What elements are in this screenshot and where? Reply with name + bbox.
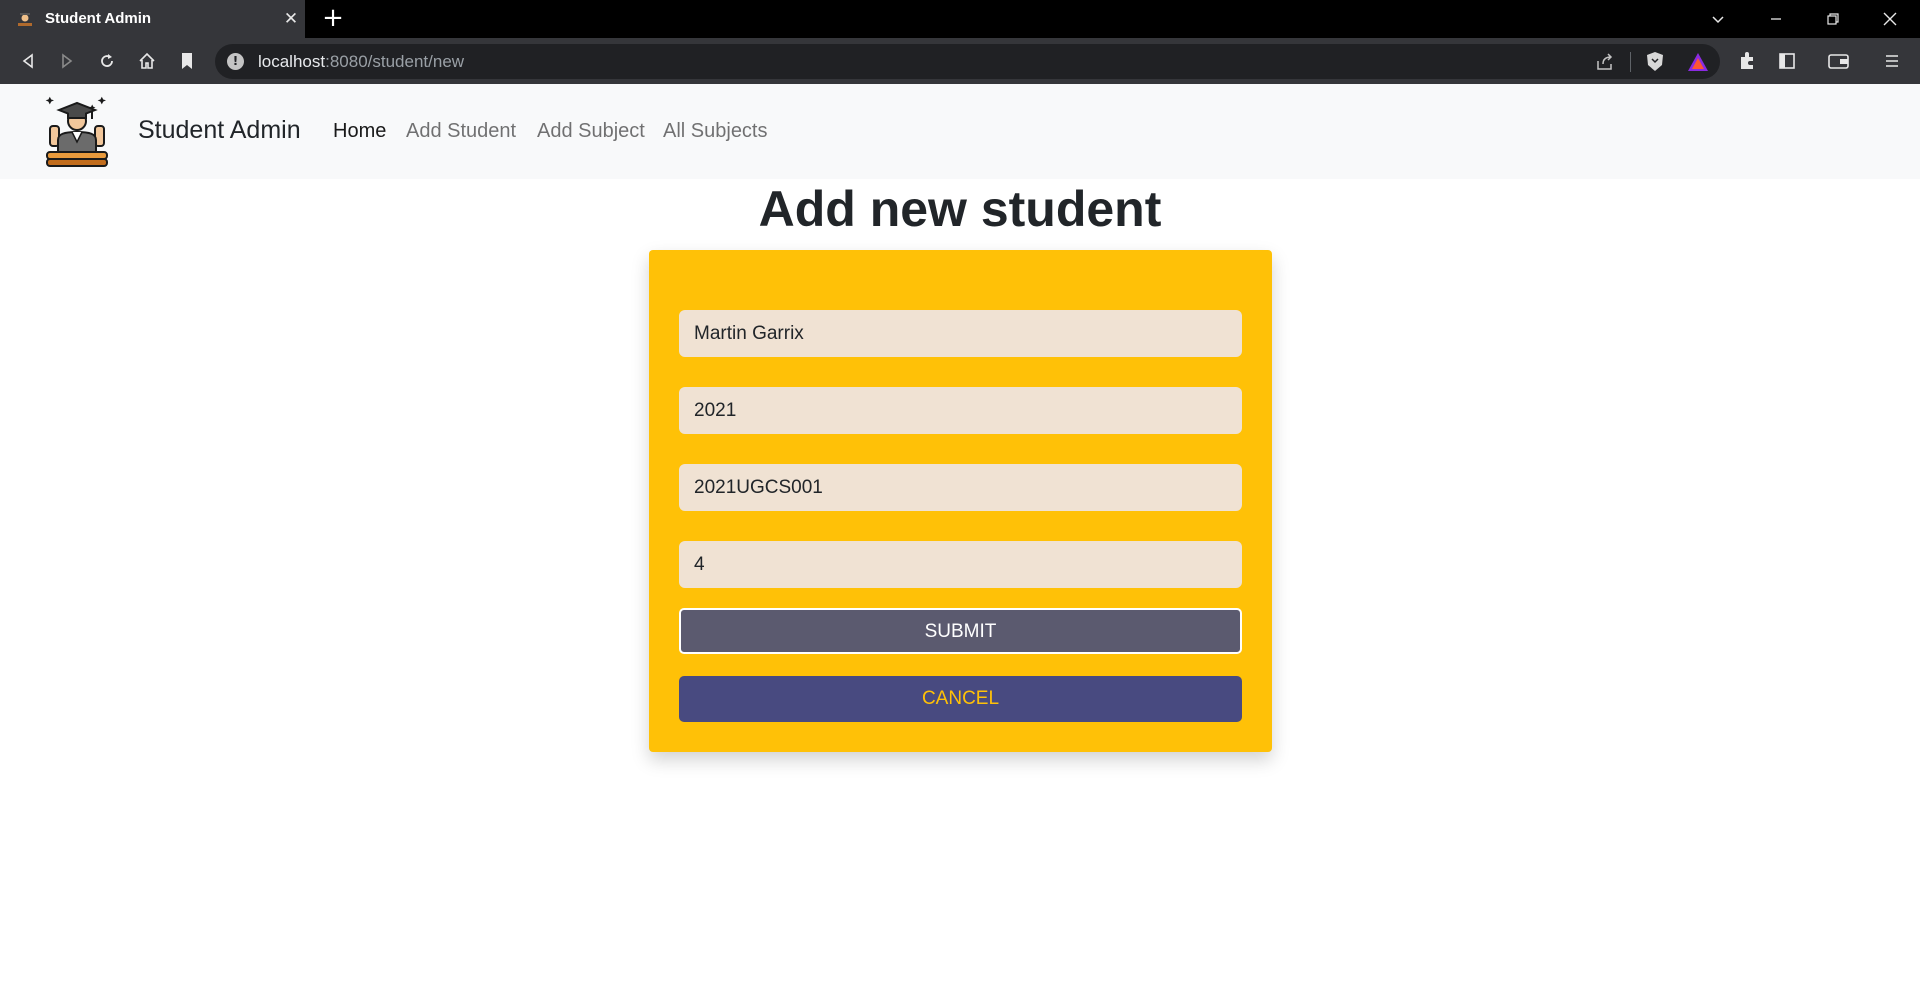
- wallet-icon[interactable]: [1825, 47, 1853, 75]
- close-window-icon[interactable]: [1862, 0, 1918, 38]
- back-icon[interactable]: [14, 47, 42, 75]
- bookmark-icon[interactable]: [173, 47, 201, 75]
- forward-icon[interactable]: [53, 47, 81, 75]
- restore-icon[interactable]: [1805, 0, 1861, 38]
- home-icon[interactable]: [133, 47, 161, 75]
- browser-tab-strip: Student Admin ✕ +: [0, 0, 1920, 38]
- navbar-brand[interactable]: Student Admin: [138, 116, 301, 145]
- reload-icon[interactable]: [93, 47, 121, 75]
- student-name-input[interactable]: [679, 310, 1242, 357]
- year-input[interactable]: [679, 387, 1242, 434]
- brave-shield-icon[interactable]: [1645, 51, 1665, 77]
- nav-link-add-subject[interactable]: Add Subject: [537, 120, 645, 143]
- add-student-form: SUBMIT CANCEL: [649, 250, 1272, 752]
- browser-tab[interactable]: Student Admin ✕: [0, 0, 305, 38]
- tab-search-chevron-icon[interactable]: [1690, 0, 1746, 38]
- cancel-button[interactable]: CANCEL: [679, 676, 1242, 722]
- semester-input[interactable]: [679, 541, 1242, 588]
- app-navbar: Student Admin Home Add Student Add Subje…: [0, 84, 1920, 179]
- address-bar[interactable]: ! localhost:8080/student/new: [215, 44, 1720, 79]
- nav-link-all-subjects[interactable]: All Subjects: [663, 120, 768, 143]
- share-icon[interactable]: [1595, 52, 1615, 76]
- roll-number-input[interactable]: [679, 464, 1242, 511]
- nav-link-add-student[interactable]: Add Student: [406, 120, 516, 143]
- brave-rewards-icon[interactable]: [1687, 52, 1709, 76]
- nav-link-home[interactable]: Home: [333, 120, 386, 143]
- tab-close-icon[interactable]: ✕: [281, 9, 301, 29]
- menu-icon[interactable]: [1878, 47, 1906, 75]
- tab-title: Student Admin: [45, 10, 152, 27]
- address-bar-divider: [1630, 52, 1631, 72]
- new-tab-plus-icon[interactable]: +: [321, 5, 345, 31]
- submit-button[interactable]: SUBMIT: [679, 608, 1242, 654]
- browser-toolbar: ! localhost:8080/student/new: [0, 38, 1920, 84]
- sidebar-icon[interactable]: [1773, 47, 1801, 75]
- page-title: Add new student: [758, 181, 1162, 237]
- minimize-icon[interactable]: [1748, 0, 1804, 38]
- site-info-icon[interactable]: !: [227, 53, 244, 70]
- graduate-logo-icon[interactable]: [44, 94, 110, 168]
- url-text[interactable]: localhost:8080/student/new: [258, 52, 464, 72]
- extensions-icon[interactable]: [1733, 47, 1761, 75]
- student-favicon-icon: [18, 13, 32, 26]
